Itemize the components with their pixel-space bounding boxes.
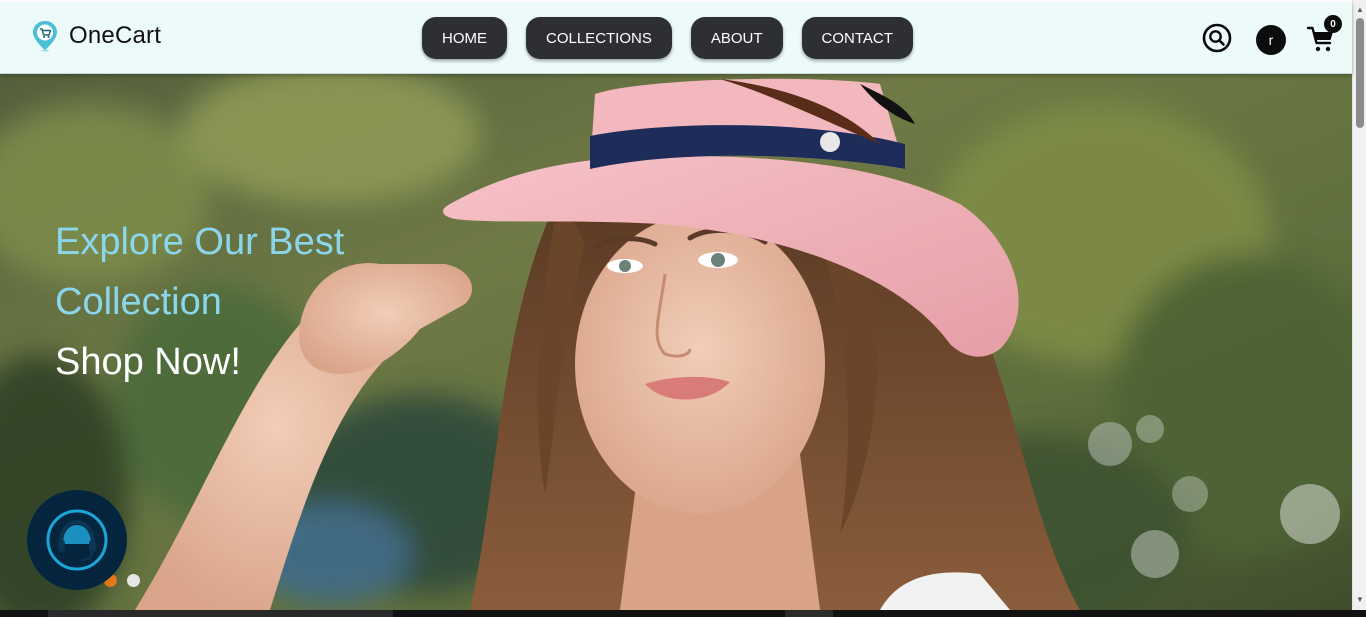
search-icon[interactable]	[1202, 23, 1232, 53]
nav-collections-button[interactable]: COLLECTIONS	[526, 17, 672, 59]
hero-title-line-1: Explore Our Best	[55, 221, 345, 263]
cart-pin-logo-icon	[33, 21, 57, 52]
hero-banner: Explore Our Best Collection Shop Now!	[0, 74, 1352, 610]
hero-cta-text[interactable]: Shop Now!	[55, 332, 344, 392]
support-chat-button[interactable]	[27, 490, 127, 590]
cart-count-badge: 0	[1324, 15, 1342, 33]
scroll-up-arrow-icon[interactable]: ▲	[1356, 6, 1364, 14]
top-navbar: OneCart HOME COLLECTIONS ABOUT CONTACT r…	[0, 2, 1352, 74]
headset-support-icon	[46, 509, 108, 571]
scroll-down-arrow-icon[interactable]: ▼	[1356, 596, 1364, 604]
hero-headline: Explore Our Best Collection Shop Now!	[55, 212, 344, 392]
nav-about-button[interactable]: ABOUT	[690, 17, 783, 59]
hero-title-line-2: Collection	[55, 281, 222, 323]
page: OneCart HOME COLLECTIONS ABOUT CONTACT r…	[0, 0, 1366, 617]
scroll-thumb[interactable]	[1356, 18, 1364, 128]
taskbar-segment	[785, 610, 833, 617]
user-avatar[interactable]: r	[1256, 25, 1286, 55]
taskbar-segment	[48, 610, 393, 617]
main-nav: HOME COLLECTIONS ABOUT CONTACT	[422, 17, 913, 59]
nav-contact-button[interactable]: CONTACT	[801, 17, 913, 59]
slide-dot-2[interactable]	[127, 574, 140, 587]
brand-name: OneCart	[69, 22, 162, 49]
bottom-taskbar-strip	[0, 610, 1366, 617]
page-scrollbar[interactable]: ▲ ▼	[1352, 0, 1366, 610]
nav-home-button[interactable]: HOME	[422, 17, 507, 59]
brand[interactable]: OneCart	[31, 20, 161, 52]
